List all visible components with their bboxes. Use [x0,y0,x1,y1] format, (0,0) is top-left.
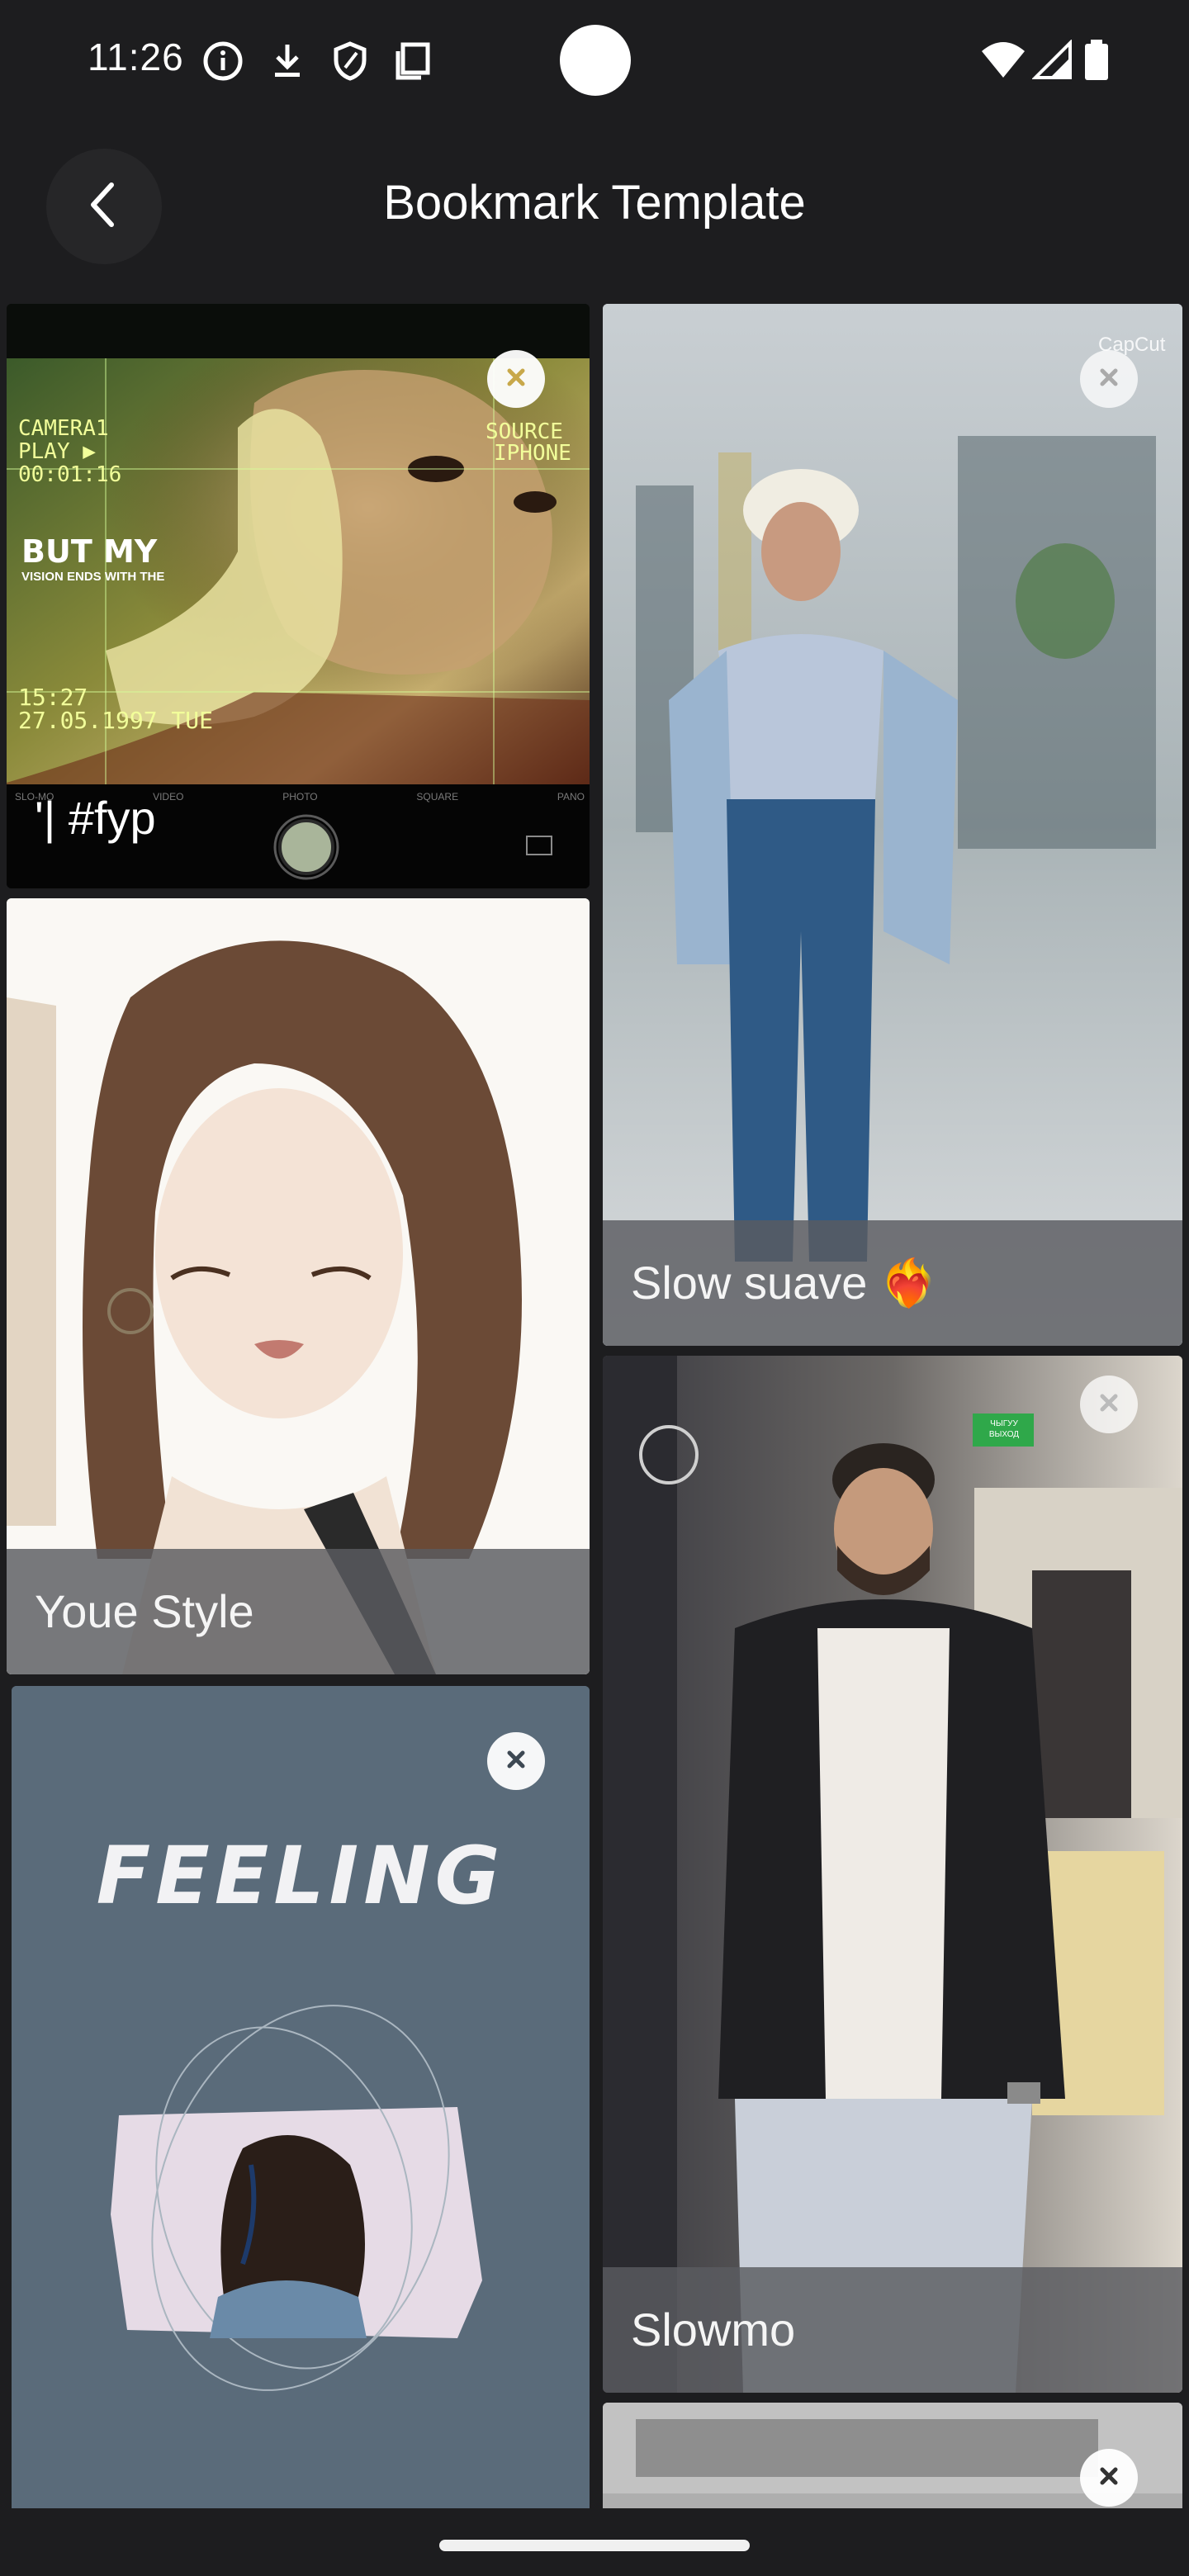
shield-icon [329,40,372,83]
template-card-fyp[interactable]: CAMERA1 PLAY ▶ 00:01:16 SOURCE IPHONE BU… [7,304,590,888]
overlay-subline: VISION ENDS WITH THE [21,570,165,584]
app-bar: Bookmark Template [0,132,1189,281]
template-caption: Slowmo [603,2267,1182,2393]
mode-pano: PANO [557,791,585,803]
overlay-headline: BUT MY [21,533,158,570]
remove-bookmark-button[interactable] [487,1732,545,1790]
battery-icon [1082,40,1111,83]
template-card-slowmo[interactable]: ЧЫГУУ ВЫХОД Slowmo [603,1356,1182,2393]
template-thumbnail [12,1686,590,2508]
page-title: Bookmark Template [383,176,806,230]
signal-icon [1031,39,1075,83]
wifi-icon [979,40,1027,83]
status-time: 11:26 [88,36,184,78]
download-icon [266,40,309,83]
copy-icon [391,40,434,83]
template-grid: CAMERA1 PLAY ▶ 00:01:16 SOURCE IPHONE BU… [0,296,1189,2508]
exit-sign: ЧЫГУУ ВЫХОД [988,1419,1020,1439]
overlay-device-label: IPHONE [494,441,571,466]
template-card-feeling[interactable]: FEELING [12,1686,590,2508]
home-handle[interactable] [439,2540,750,2551]
info-icon [201,40,244,83]
overlay-date: 27.05.1997 TUE [18,707,214,734]
close-icon [504,1747,528,1776]
overlay-play-label: PLAY ▶ [18,439,96,464]
mode-square: SQUARE [416,791,459,803]
overlay-timecode: 00:01:16 [18,462,122,487]
remove-bookmark-button[interactable] [1080,2449,1138,2507]
remove-bookmark-button[interactable] [1080,1376,1138,1433]
mode-photo: PHOTO [282,791,318,803]
navigation-bar [0,2510,1189,2576]
remove-bookmark-button[interactable] [487,350,545,408]
template-caption: Youe Style [7,1549,590,1674]
template-caption: Slow suave ❤️‍🔥 [603,1220,1182,1346]
template-card-partial[interactable] [603,2403,1182,2508]
close-icon [504,365,528,394]
mode-video: VIDEO [153,791,184,803]
close-icon [1097,2464,1121,2493]
status-bar: 11:26 [0,0,1189,124]
close-icon [1097,365,1121,394]
template-caption: '| #fyp [35,792,156,844]
template-card-slow-suave[interactable]: CapCut Slow suave ❤️‍🔥 [603,304,1182,1346]
template-thumbnail [603,304,1182,1346]
camera-cutout [560,25,631,96]
bookmark-template-screen: 11:26 Bookmark Template CAMERA1 PLAY ▶ 0… [0,0,1189,2576]
template-card-youe-style[interactable]: Youe Style [7,898,590,1674]
template-thumbnail [603,1356,1182,2393]
overlay-camera-label: CAMERA1 [18,416,109,441]
remove-bookmark-button[interactable] [1080,350,1138,408]
feeling-headline: FEELING [96,1830,505,1922]
close-icon [1097,1390,1121,1419]
